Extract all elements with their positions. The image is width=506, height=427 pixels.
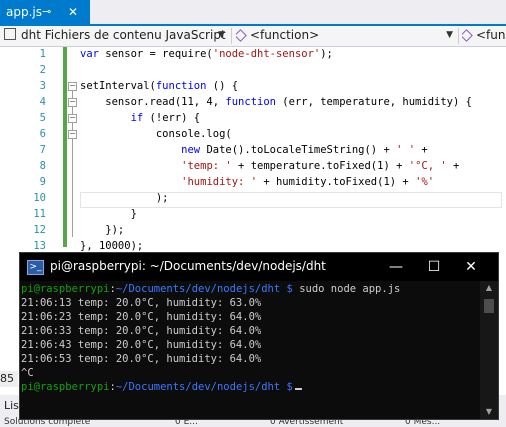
line-number: 12 [33, 224, 46, 236]
line-number: 13 [33, 240, 46, 252]
code-line: if (!err) { [130, 112, 201, 124]
tab-app-js[interactable]: app.js ⊸ ✕ [0, 0, 90, 24]
prompt-dollar: $ [286, 381, 293, 393]
terminal-title-bar[interactable]: >_ pi@raspberrypi: ~/Documents/dev/nodej… [20, 253, 498, 281]
close-icon[interactable]: ✕ [68, 0, 78, 24]
line-number: 8 [39, 160, 46, 172]
code-line: console.log( [80, 128, 232, 140]
code-line: 'temp: ' + temperature.toFixed(1) + '°C,… [181, 160, 460, 172]
function-icon [236, 29, 247, 42]
code-line: }); [80, 224, 125, 236]
panel-title: Lis [4, 399, 19, 412]
terminal-window[interactable]: >_ pi@raspberrypi: ~/Documents/dev/nodej… [20, 253, 498, 419]
collapse-icon[interactable]: − [68, 130, 77, 139]
terminal-icon: >_ [27, 260, 44, 275]
code-line: var sensor = require('node-dht-sensor'); [80, 48, 333, 60]
code-line: 'humidity: ' + humidity.toFixed(1) + '%' [181, 176, 435, 188]
chevron-down-icon: ▼ [218, 30, 225, 40]
code-line: }, 10000); [80, 240, 144, 252]
line-number: 5 [39, 112, 46, 124]
prompt-path: ~/Documents/dev/nodejs/dht [115, 283, 281, 295]
interrupt-line: ^C [21, 367, 34, 379]
collapse-icon[interactable]: − [68, 82, 77, 91]
line-number: 6 [39, 128, 46, 140]
output-line: 21:06:53 temp: 20.0°C, humidity: 64.0% [21, 353, 262, 365]
prompt-line: pi@raspberrypi:~/Documents/dev/nodejs/dh… [21, 380, 302, 394]
collapse-icon[interactable]: − [68, 114, 77, 123]
line-number: 7 [39, 144, 46, 156]
terminal-title: pi@raspberrypi: ~/Documents/dev/nodejs/d… [50, 259, 326, 273]
output-line: 21:06:43 temp: 20.0°C, humidity: 64.0% [21, 339, 262, 351]
line-number: 11 [33, 208, 46, 220]
output-line: 21:06:23 temp: 20.0°C, humidity: 64.0% [21, 311, 262, 323]
command-text: sudo node app.js [299, 283, 401, 295]
navigation-bar: dht Fichiers de contenu JavaScript ▼ <fu… [0, 26, 506, 47]
minimize-button[interactable]: — [386, 257, 406, 277]
code-line: } [80, 208, 137, 220]
close-button[interactable]: ✕ [461, 257, 481, 277]
chevron-down-icon: ▼ [446, 30, 453, 40]
scope-dropdown[interactable]: <function> ▼ [236, 27, 456, 44]
code-line: sensor.read(11, 4, function (err, temper… [80, 96, 472, 108]
code-line: new Date().toLocaleTimeString() + ' ' + [181, 144, 428, 156]
command-line: pi@raspberrypi:~/Documents/dev/nodejs/dh… [21, 282, 400, 296]
prompt-path: ~/Documents/dev/nodejs/dht [115, 381, 281, 393]
collapse-icon[interactable]: − [68, 98, 77, 107]
change-tracking-bar [63, 47, 67, 247]
pin-icon[interactable]: ⊸ [42, 0, 51, 24]
text-cursor [294, 388, 302, 390]
line-number: 2 [39, 64, 46, 76]
line-number: 3 [39, 80, 46, 92]
prompt-dollar: $ [286, 283, 293, 295]
line-number: 1 [39, 48, 46, 60]
function-icon [462, 29, 473, 42]
project-dropdown[interactable]: dht Fichiers de contenu JavaScript ▼ [4, 27, 228, 44]
scrollbar-thumb[interactable] [484, 299, 494, 313]
code-line: ); [80, 192, 169, 204]
project-icon [4, 28, 16, 40]
line-number: 10 [33, 192, 46, 204]
maximize-button[interactable]: ☐ [424, 257, 444, 277]
scroll-up-arrow-icon[interactable]: ▲ [480, 281, 498, 295]
document-tab-bar: app.js ⊸ ✕ [0, 0, 506, 26]
project-label: dht Fichiers de contenu JavaScript [21, 28, 226, 42]
terminal-output[interactable]: pi@raspberrypi:~/Documents/dev/nodejs/dh… [20, 281, 480, 419]
nav-separator [231, 28, 232, 44]
zoom-level[interactable]: 85 [0, 371, 18, 387]
prompt-user: pi@raspberrypi [21, 283, 110, 295]
tab-title: app.js [6, 5, 42, 19]
line-number: 9 [39, 176, 46, 188]
scroll-down-arrow-icon[interactable]: ▼ [480, 405, 498, 419]
nav-separator [458, 28, 459, 44]
member-label: <fun [476, 28, 506, 42]
terminal-scrollbar[interactable]: ▲ ▼ [480, 281, 498, 419]
member-dropdown[interactable]: <fun [462, 27, 506, 44]
code-line: setInterval(function () { [80, 80, 239, 92]
output-line: 21:06:33 temp: 20.0°C, humidity: 64.0% [21, 325, 262, 337]
scope-label: <function> [250, 28, 320, 42]
line-number: 4 [39, 96, 46, 108]
prompt-user: pi@raspberrypi [21, 381, 110, 393]
output-line: 21:06:13 temp: 20.0°C, humidity: 63.0% [21, 297, 262, 309]
